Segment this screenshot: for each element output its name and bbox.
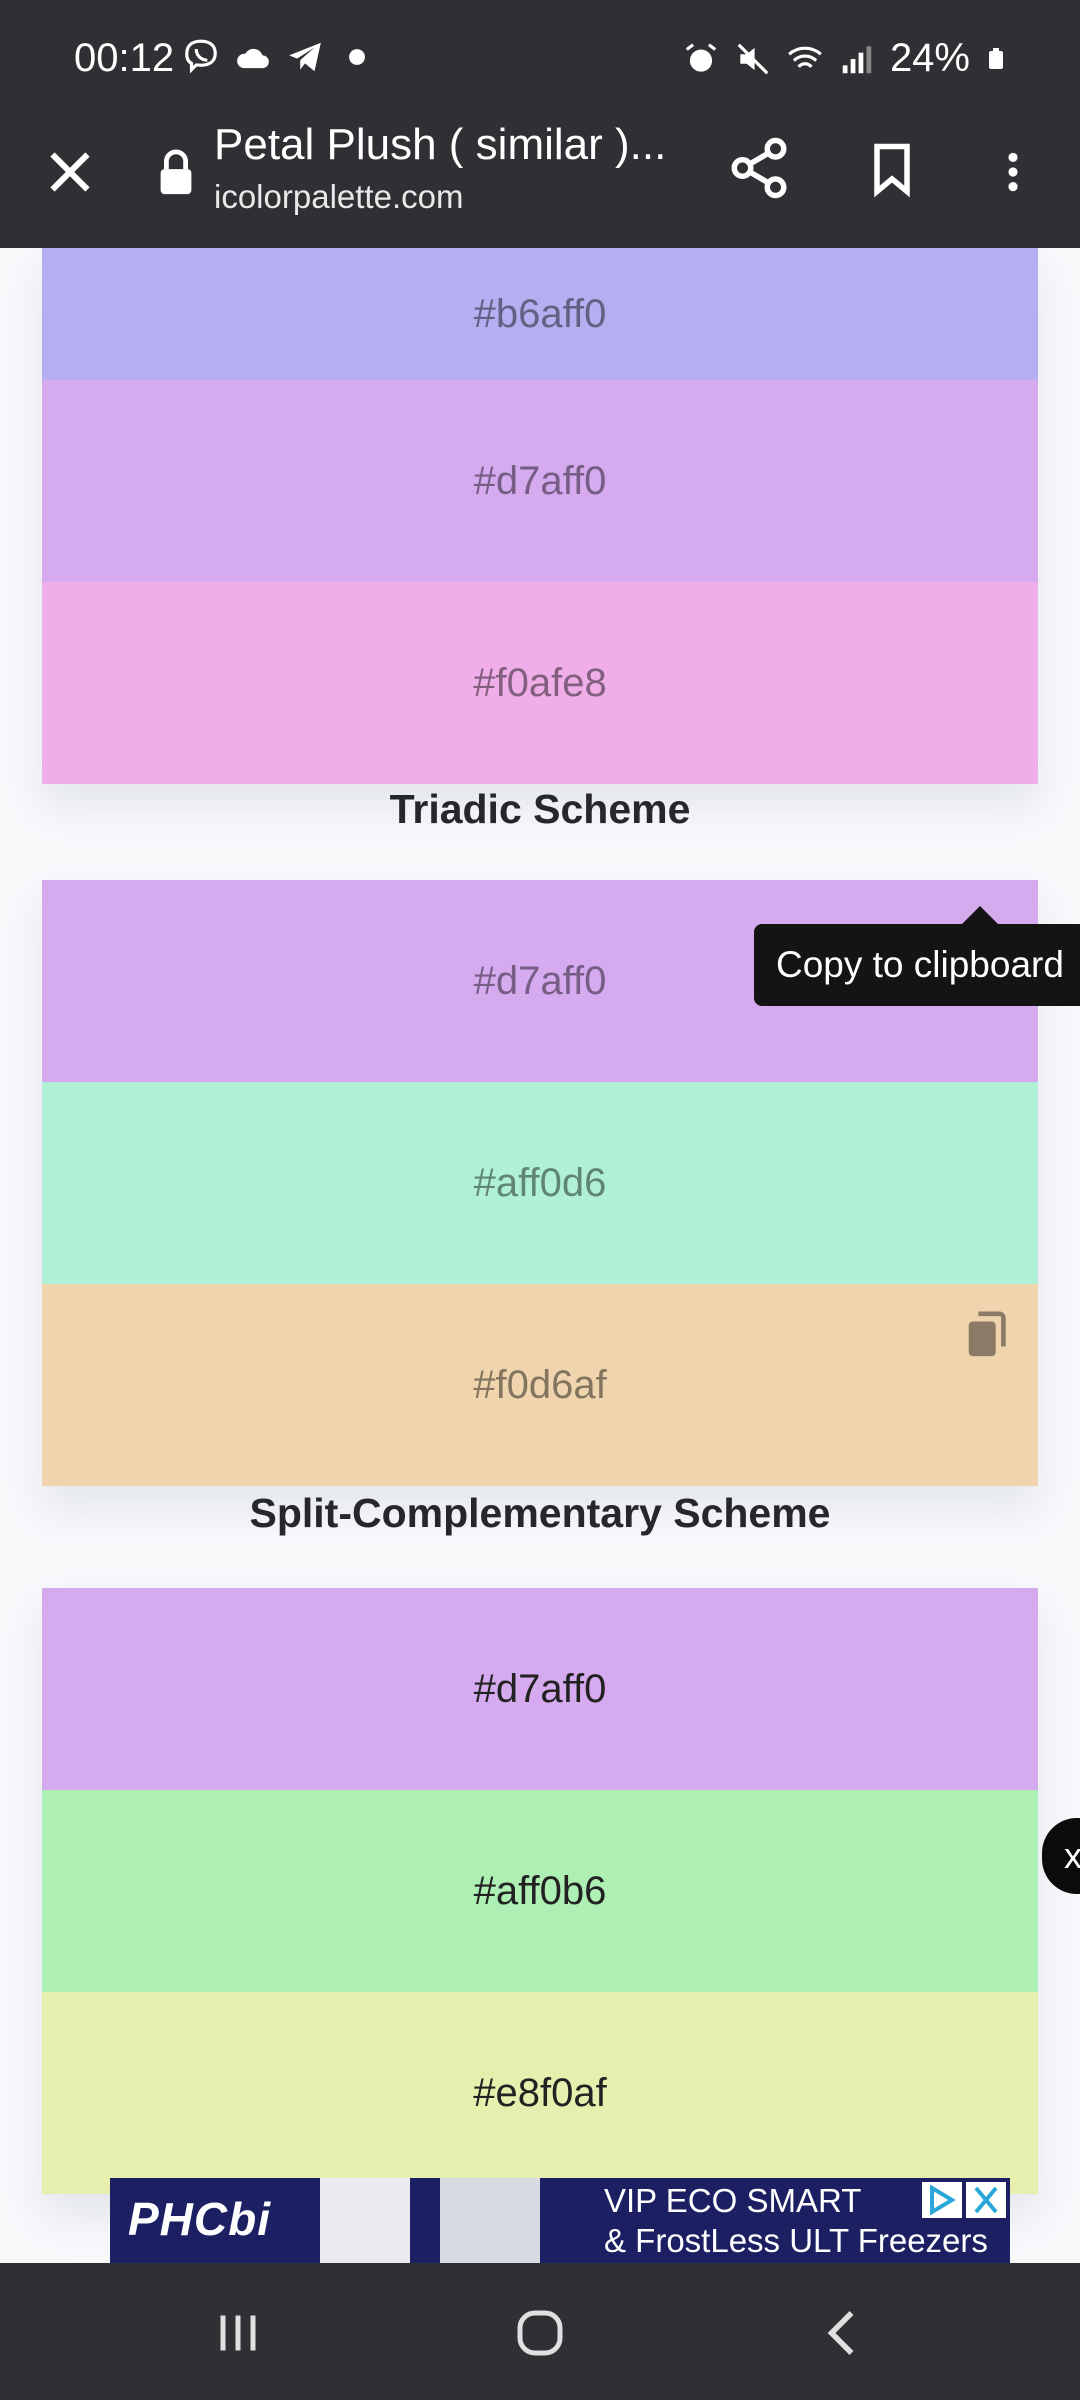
status-icons-left [182, 38, 376, 76]
dot-icon [349, 49, 365, 65]
color-swatch[interactable]: #e8f0af [42, 1992, 1038, 2194]
viber-icon [185, 39, 217, 74]
page-content: #b6aff0 #d7aff0 #f0afe8 Triadic Scheme #… [0, 248, 1080, 2263]
signal-icon [842, 45, 872, 73]
tooltip-arrow [960, 906, 1000, 926]
more-menu-icon[interactable] [988, 134, 1038, 210]
battery-icon [989, 47, 1003, 69]
share-icon[interactable] [726, 130, 792, 206]
color-swatch[interactable]: #aff0b6 [42, 1790, 1038, 1992]
swatch-hex: #b6aff0 [473, 291, 607, 336]
copy-tooltip: Copy to clipboard [754, 924, 1080, 1006]
swatch-hex: #e8f0af [473, 2070, 607, 2115]
ad-choices-icon[interactable] [922, 2182, 962, 2218]
page-title[interactable]: Petal Plush ( similar )... [214, 120, 666, 170]
color-swatch[interactable]: #f0afe8 [42, 582, 1038, 784]
color-swatch[interactable]: #b6aff0 [42, 248, 1038, 380]
bookmark-icon[interactable] [862, 136, 922, 202]
ad-brand-logo: PHCbi [128, 2193, 271, 2245]
status-icons-right: 24% [682, 36, 1008, 81]
battery-percent: 24% [889, 36, 970, 80]
cloud-icon [237, 48, 269, 69]
page-url[interactable]: icolorpalette.com [214, 178, 463, 216]
swatch-hex: #f0afe8 [473, 660, 607, 705]
system-nav-bar [0, 2263, 1080, 2400]
color-swatch[interactable]: #d7aff0 [42, 380, 1038, 582]
browser-toolbar: Petal Plush ( similar )... icolorpalette… [0, 120, 1080, 248]
lock-icon[interactable] [156, 148, 196, 198]
swatch-hex: #d7aff0 [473, 1666, 607, 1711]
ad-product-image [440, 2178, 540, 2264]
mute-icon [737, 43, 769, 74]
swatch-hex: #f0d6af [473, 1362, 607, 1407]
color-swatch[interactable]: #f0d6af [42, 1284, 1038, 1486]
color-swatch[interactable]: #d7aff0 [42, 1588, 1038, 1790]
triadic-scheme-title: Triadic Scheme [389, 786, 691, 832]
ad-headline: VIP ECO SMART [604, 2182, 862, 2219]
swatch-hex: #d7aff0 [473, 458, 607, 503]
ad-close-icon[interactable] [966, 2182, 1006, 2218]
ad-product-image [320, 2178, 410, 2264]
alarm-icon [685, 42, 717, 72]
wifi-call-icon [788, 46, 822, 68]
color-swatch[interactable]: #aff0d6 [42, 1082, 1038, 1284]
status-time: 00:12 [74, 36, 175, 80]
copy-icon[interactable] [966, 1310, 1010, 1360]
status-bar: 00:12 24% [0, 0, 1080, 120]
telegram-icon [289, 42, 321, 72]
split-complementary-scheme-title: Split-Complementary Scheme [249, 1490, 831, 1536]
swatch-hex: #aff0b6 [473, 1868, 607, 1913]
close-icon[interactable] [40, 142, 100, 202]
recent-apps-icon[interactable] [208, 2303, 268, 2363]
ad-subline: & FrostLess ULT Freezers [604, 2222, 988, 2259]
swatch-hex: #aff0d6 [473, 1160, 607, 1205]
home-icon[interactable] [510, 2303, 570, 2363]
back-icon[interactable] [814, 2303, 874, 2363]
ad-banner[interactable]: PHCbi VIP ECO SMART & FrostLess ULT Free… [110, 2178, 1010, 2264]
swatch-hex: #d7aff0 [473, 958, 607, 1003]
